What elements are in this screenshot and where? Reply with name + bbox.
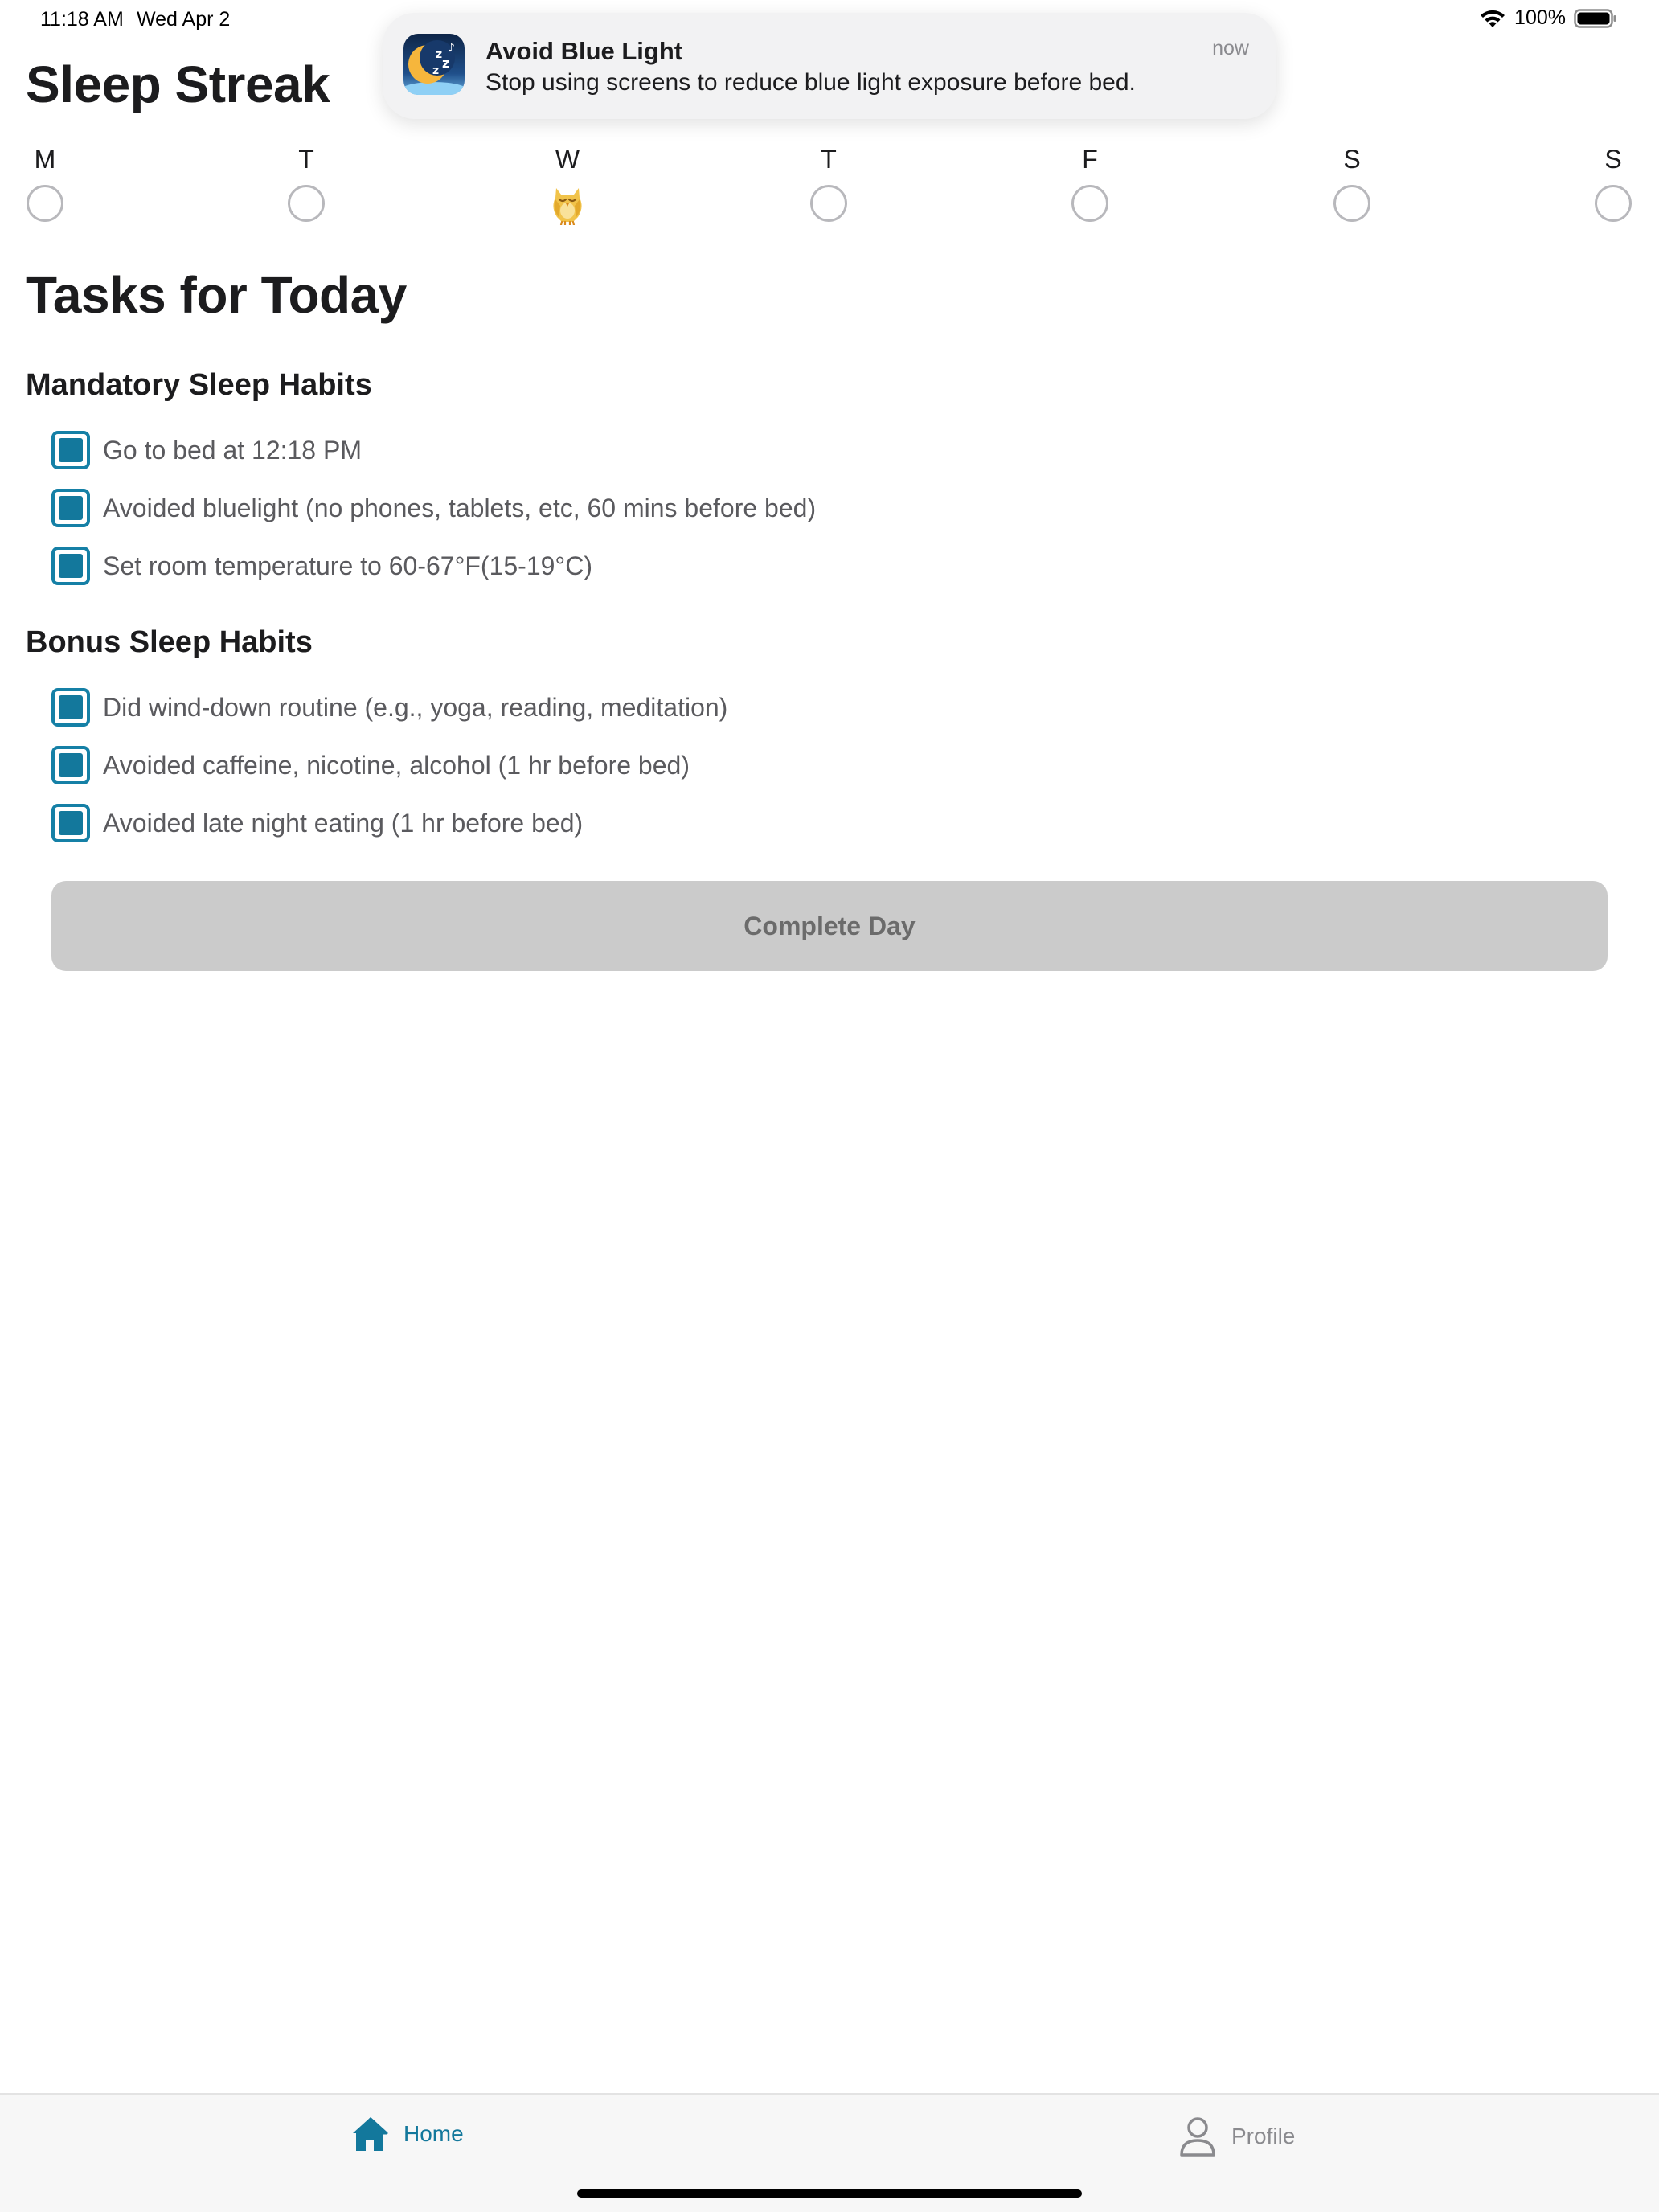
mandatory-habit-item[interactable]: Go to bed at 12:18 PM [51, 431, 362, 469]
week-day-label: W [555, 145, 580, 174]
week-day-saturday: S [1328, 145, 1376, 222]
habit-label: Set room temperature to 60-67°F(15-19°C) [103, 551, 592, 580]
wifi-icon [1481, 10, 1505, 27]
empty-circle-icon [1333, 185, 1370, 222]
week-day-label: F [1082, 145, 1098, 174]
week-day-thursday: T [805, 145, 853, 222]
checkbox[interactable] [51, 804, 90, 842]
tab-profile-label: Profile [1231, 2124, 1296, 2149]
notification-time: now [1212, 37, 1249, 59]
bonus-habit-item[interactable]: Avoided late night eating (1 hr before b… [51, 804, 583, 842]
complete-day-button[interactable]: Complete Day [51, 881, 1608, 971]
status-time: 11:18 AM [40, 8, 124, 31]
mandatory-habits-title: Mandatory Sleep Habits [26, 368, 372, 402]
week-day-label: T [298, 145, 314, 174]
week-day-friday: F [1066, 145, 1114, 222]
bonus-habits-title: Bonus Sleep Habits [26, 625, 313, 659]
checkmark-fill [59, 753, 83, 777]
person-icon [1180, 2117, 1215, 2157]
svg-text:z: z [432, 64, 439, 77]
bonus-habit-item[interactable]: Did wind-down routine (e.g., yoga, readi… [51, 688, 727, 727]
checkbox[interactable] [51, 547, 90, 585]
checkmark-fill [59, 811, 83, 835]
checkbox[interactable] [51, 746, 90, 784]
habit-label: Avoided late night eating (1 hr before b… [103, 808, 584, 838]
week-day-monday: M [21, 145, 69, 222]
mandatory-habit-item[interactable]: Avoided bluelight (no phones, tablets, e… [51, 489, 816, 527]
empty-circle-icon [27, 185, 63, 222]
notification-banner[interactable]: z z z ♪ Avoid Blue Light Stop using scre… [383, 13, 1276, 119]
week-day-tuesday: T [282, 145, 330, 222]
empty-circle-icon [810, 185, 847, 222]
checkmark-fill [59, 496, 83, 520]
week-day-sunday: S [1589, 145, 1637, 222]
home-indicator[interactable] [577, 2189, 1082, 2198]
status-date: Wed Apr 2 [137, 8, 231, 31]
tab-profile[interactable]: Profile [1178, 2116, 1295, 2157]
battery-icon [1574, 8, 1616, 28]
svg-text:z: z [442, 55, 449, 71]
week-day-label: T [821, 145, 837, 174]
checkmark-fill [59, 438, 83, 462]
week-day-wednesday: W [543, 145, 592, 225]
checkbox[interactable] [51, 688, 90, 727]
checkbox[interactable] [51, 489, 90, 527]
app-screen: 11:18 AM Wed Apr 2 100% Sleep Streak z z… [0, 0, 1659, 2212]
status-indicators: 100% [1479, 6, 1617, 30]
empty-circle-icon [1071, 185, 1108, 222]
battery-percentage: 100% [1514, 6, 1566, 29]
mandatory-habit-item[interactable]: Set room temperature to 60-67°F(15-19°C) [51, 547, 592, 585]
svg-text:z: z [436, 48, 442, 61]
checkmark-fill [59, 695, 83, 719]
tab-home[interactable]: Home [350, 2116, 464, 2153]
habit-label: Avoided caffeine, nicotine, alcohol (1 h… [103, 750, 690, 780]
moon-zzz-app-icon: z z z ♪ [403, 34, 465, 95]
checkmark-fill [59, 554, 83, 578]
habit-label: Did wind-down routine (e.g., yoga, readi… [103, 692, 728, 722]
house-icon [353, 2116, 388, 2151]
svg-text:♪: ♪ [448, 42, 455, 55]
app-title: Sleep Streak [26, 55, 330, 113]
habit-label: Go to bed at 12:18 PM [103, 435, 362, 465]
bonus-habit-item[interactable]: Avoided caffeine, nicotine, alcohol (1 h… [51, 746, 690, 784]
empty-circle-icon [288, 185, 325, 222]
tasks-title: Tasks for Today [26, 266, 407, 324]
checkbox[interactable] [51, 431, 90, 469]
habit-label: Avoided bluelight (no phones, tablets, e… [103, 493, 817, 522]
notification-title: Avoid Blue Light [485, 37, 683, 65]
week-day-label: M [34, 145, 56, 174]
tab-home-label: Home [403, 2121, 464, 2146]
week-day-label: S [1604, 145, 1622, 174]
owl-icon [553, 188, 582, 225]
notification-body: Stop using screens to reduce blue light … [485, 69, 1136, 96]
week-day-label: S [1343, 145, 1361, 174]
empty-circle-icon [1595, 185, 1632, 222]
